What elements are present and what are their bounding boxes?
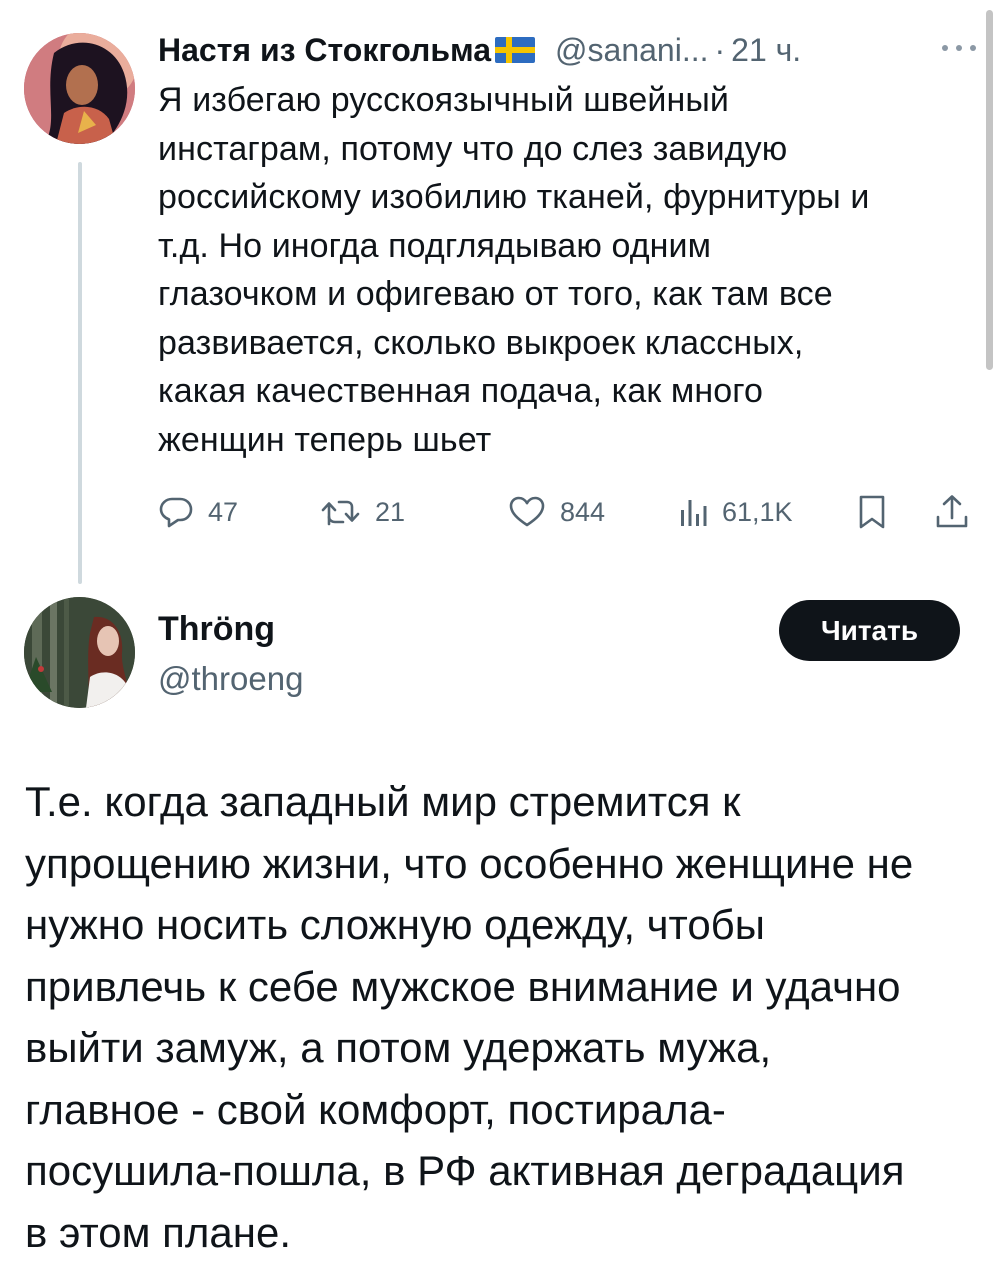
tweet-actions-bar: 47 21 844 61,1K bbox=[158, 490, 988, 534]
tweet-text: Т.е. когда западный мир стремится к упро… bbox=[25, 771, 985, 1263]
views-bar-chart-icon bbox=[678, 494, 708, 530]
retweet-icon bbox=[321, 494, 361, 530]
tweet-text: Я избегаю русскоязычный швейный инстагра… bbox=[158, 76, 988, 464]
author-handle[interactable]: @throeng bbox=[158, 660, 303, 698]
thread-connector-line bbox=[78, 162, 82, 584]
tweet-text-line: привлечь к себе мужское внимание и удачн… bbox=[25, 962, 901, 1010]
author-avatar[interactable] bbox=[24, 597, 135, 708]
tweet-text-line: упрощению жизни, что особенно женщине не bbox=[25, 839, 914, 887]
heart-icon bbox=[508, 494, 546, 530]
reply-count: 47 bbox=[208, 496, 239, 527]
share-button[interactable] bbox=[934, 490, 970, 534]
tweet-text-line: женщин теперь шьет bbox=[158, 420, 492, 459]
author-avatar[interactable] bbox=[24, 33, 135, 144]
reply-button[interactable]: 47 bbox=[158, 490, 238, 534]
tweet-text-line: посушила-пошла, в РФ активная деградация bbox=[25, 1147, 905, 1194]
tweet-text-line: в этом плане. bbox=[25, 1208, 291, 1256]
author-name[interactable]: Thröng bbox=[158, 610, 275, 649]
retweet-count: 21 bbox=[375, 496, 406, 527]
retweet-button[interactable]: 21 bbox=[321, 490, 405, 534]
bookmark-button[interactable] bbox=[856, 490, 888, 534]
parent-tweet[interactable]: Настя из Стокгольма @sanani... · 21 ч. Я… bbox=[0, 0, 1002, 590]
author-handle[interactable]: @sanani... bbox=[555, 32, 708, 69]
tweet-text-line: какая качественная подача, как много bbox=[158, 372, 763, 410]
author-name[interactable]: Настя из Стокгольма bbox=[158, 32, 491, 69]
tweet-text-line: российскому изобилию тканей, фурнитуры и bbox=[158, 178, 870, 216]
share-icon bbox=[934, 493, 970, 531]
separator-dot: · bbox=[714, 31, 726, 68]
reply-icon bbox=[158, 494, 194, 530]
views-button[interactable]: 61,1K bbox=[678, 490, 793, 534]
bookmark-icon bbox=[856, 493, 888, 531]
more-dots-icon[interactable] bbox=[935, 38, 985, 58]
tweet-text-line: главное - свой комфорт, постирала- bbox=[25, 1085, 726, 1133]
tweet-text-line: инстаграм, потому что до слез завидую bbox=[158, 129, 788, 168]
tweet-text-line: Я избегаю русскоязычный швейный bbox=[158, 81, 729, 119]
avatar-photo bbox=[24, 597, 135, 708]
tweet-text-line: развивается, сколько выкроек классных, bbox=[158, 323, 804, 362]
tweet-text-line: выйти замуж, а потом удержать мужа, bbox=[25, 1024, 772, 1071]
tweet-text-line: т.д. Но иногда подглядываю одним bbox=[158, 226, 712, 265]
swedish-flag-icon bbox=[495, 37, 536, 63]
views-count: 61,1K bbox=[722, 496, 793, 527]
scrollbar-thumb[interactable] bbox=[986, 10, 993, 370]
tweet-text-line: глазочком и офигеваю от того, как там вс… bbox=[158, 275, 833, 313]
tweet-header: Настя из Стокгольма @sanani... · 21 ч. bbox=[158, 28, 801, 72]
follow-button[interactable]: Читать bbox=[779, 600, 960, 661]
like-button[interactable]: 844 bbox=[508, 490, 605, 534]
avatar-illustration bbox=[24, 33, 135, 144]
like-count: 844 bbox=[560, 496, 606, 527]
tweet-timestamp[interactable]: 21 ч. bbox=[731, 32, 801, 69]
tweet-text-line: нужно носить сложную одежду, чтобы bbox=[25, 901, 765, 948]
tweet-text-line: Т.е. когда западный мир стремится к bbox=[25, 778, 741, 825]
